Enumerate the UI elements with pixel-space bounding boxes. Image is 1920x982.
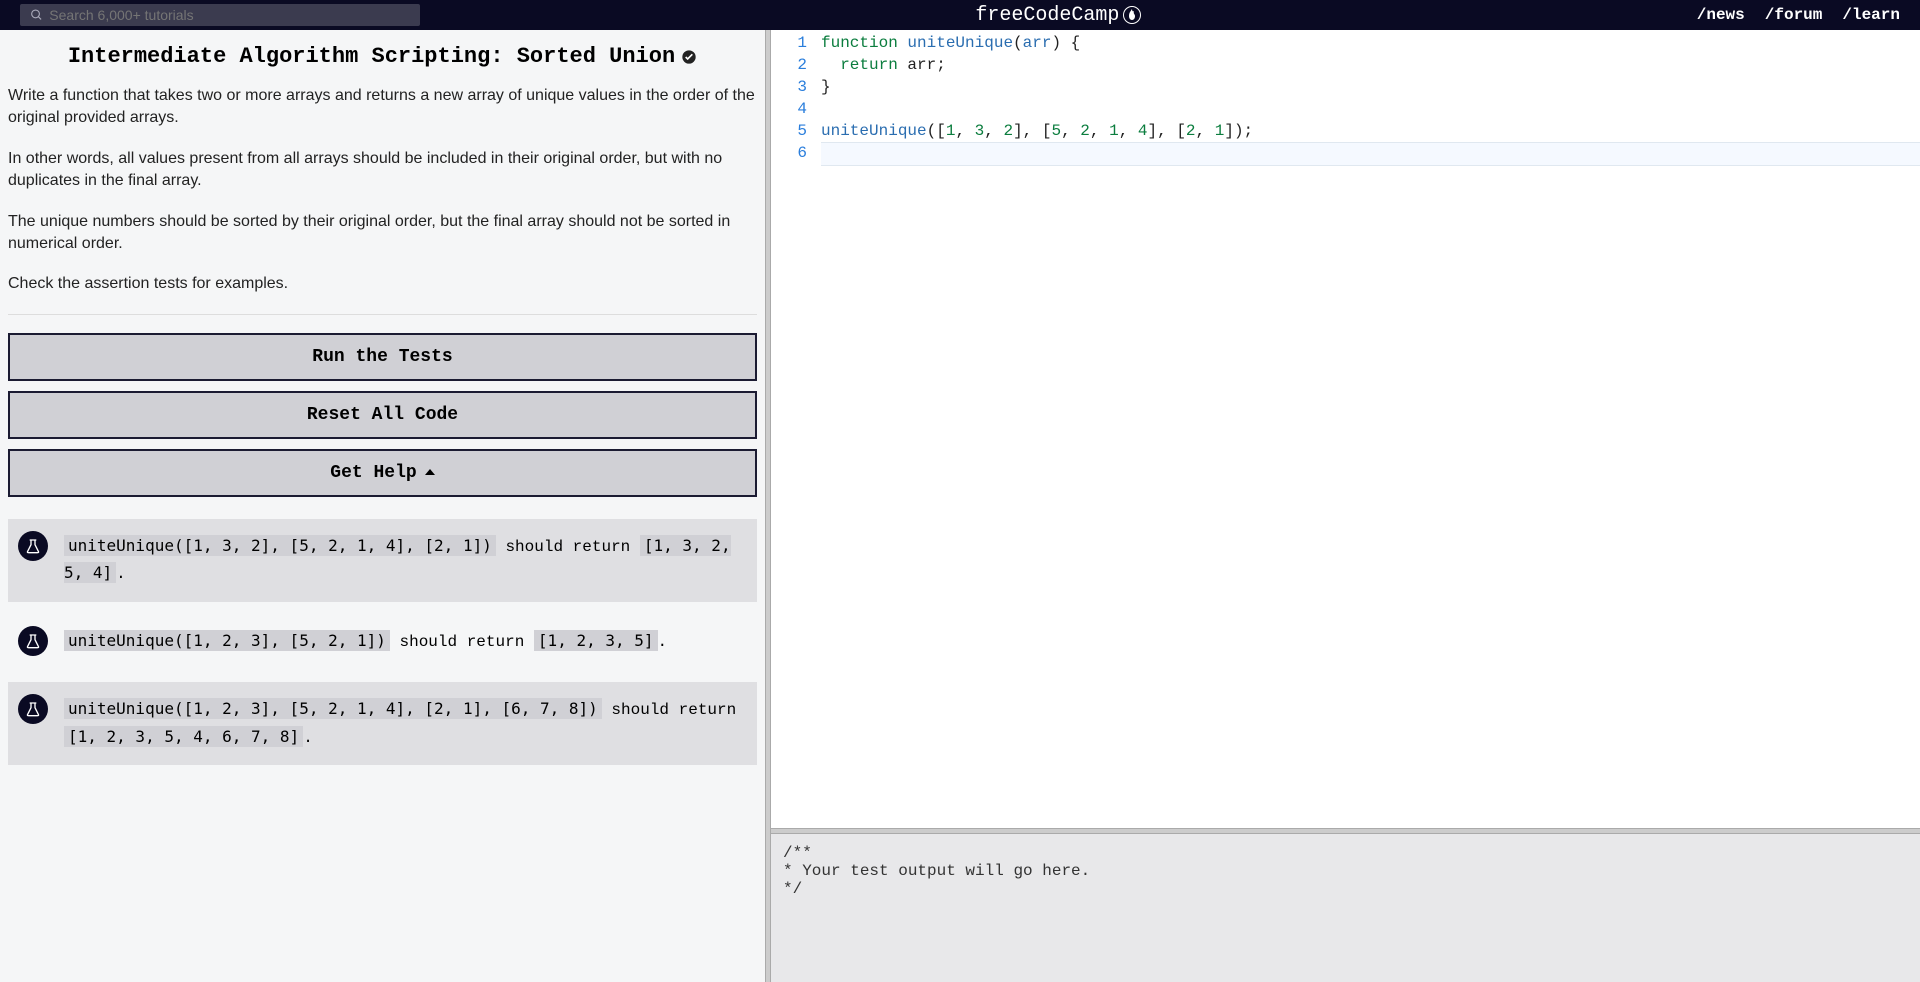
run-tests-button[interactable]: Run the Tests — [8, 333, 757, 381]
test-call: uniteUnique([1, 3, 2], [5, 2, 1, 4], [2,… — [64, 535, 496, 556]
flask-icon — [18, 694, 48, 724]
line-number: 2 — [771, 54, 807, 76]
nav-forum[interactable]: /forum — [1765, 6, 1823, 24]
flask-icon — [18, 626, 48, 656]
desc-p1: Write a function that takes two or more … — [8, 85, 757, 130]
code-content[interactable]: function uniteUnique(arr) { return arr; … — [821, 32, 1920, 828]
desc-p3: The unique numbers should be sorted by t… — [8, 211, 757, 256]
logo[interactable]: freeCodeCamp — [975, 4, 1141, 27]
line-number: 6 — [771, 142, 807, 164]
test-text: uniteUnique([1, 2, 3], [5, 2, 1, 4], [2,… — [64, 696, 747, 751]
search-input[interactable] — [49, 7, 410, 23]
test-text: uniteUnique([1, 3, 2], [5, 2, 1, 4], [2,… — [64, 533, 747, 588]
code-line: uniteUnique([1, 3, 2], [5, 2, 1, 4], [2,… — [821, 120, 1920, 142]
search-box[interactable] — [20, 4, 420, 26]
top-navbar: freeCodeCamp /news /forum /learn — [0, 0, 1920, 30]
line-number: 3 — [771, 76, 807, 98]
editor-panel: 1 2 3 4 5 6 function uniteUnique(arr) { … — [771, 30, 1920, 982]
code-line: function uniteUnique(arr) { — [821, 32, 1920, 54]
test-item: uniteUnique([1, 3, 2], [5, 2, 1, 4], [2,… — [8, 519, 757, 602]
desc-p4: Check the assertion tests for examples. — [8, 273, 757, 295]
test-output: /** * Your test output will go here. */ — [771, 834, 1920, 982]
test-return: [1, 2, 3, 5] — [534, 630, 658, 651]
tests-list: uniteUnique([1, 3, 2], [5, 2, 1, 4], [2,… — [8, 519, 757, 765]
code-line: return arr; — [821, 54, 1920, 76]
test-text: uniteUnique([1, 2, 3], [5, 2, 1]) should… — [64, 628, 667, 656]
instructions-panel: Intermediate Algorithm Scripting: Sorted… — [0, 30, 765, 982]
line-number: 4 — [771, 98, 807, 120]
title-row: Intermediate Algorithm Scripting: Sorted… — [8, 44, 757, 69]
line-number: 1 — [771, 32, 807, 54]
code-line: } — [821, 76, 1920, 98]
test-call: uniteUnique([1, 2, 3], [5, 2, 1, 4], [2,… — [64, 698, 602, 719]
reset-code-button[interactable]: Reset All Code — [8, 391, 757, 439]
code-line-current — [821, 142, 1920, 166]
desc-p2: In other words, all values present from … — [8, 148, 757, 193]
challenge-title: Intermediate Algorithm Scripting: Sorted… — [68, 44, 675, 69]
fire-icon — [1123, 6, 1141, 24]
nav-news[interactable]: /news — [1697, 6, 1745, 24]
test-item: uniteUnique([1, 2, 3], [5, 2, 1, 4], [2,… — [8, 682, 757, 765]
divider — [8, 314, 757, 315]
main-area: Intermediate Algorithm Scripting: Sorted… — [0, 30, 1920, 982]
caret-up-icon — [425, 469, 435, 475]
search-icon — [30, 8, 43, 22]
get-help-button[interactable]: Get Help — [8, 449, 757, 497]
test-item: uniteUnique([1, 2, 3], [5, 2, 1]) should… — [8, 614, 757, 670]
code-line — [821, 98, 1920, 120]
nav-learn[interactable]: /learn — [1842, 6, 1900, 24]
completed-check-icon — [681, 49, 697, 65]
line-gutter: 1 2 3 4 5 6 — [771, 32, 821, 828]
flask-icon — [18, 531, 48, 561]
get-help-label: Get Help — [330, 463, 416, 483]
code-editor[interactable]: 1 2 3 4 5 6 function uniteUnique(arr) { … — [771, 30, 1920, 828]
logo-text: freeCodeCamp — [975, 4, 1119, 27]
test-return: [1, 2, 3, 5, 4, 6, 7, 8] — [64, 726, 303, 747]
challenge-description: Write a function that takes two or more … — [8, 85, 757, 296]
test-call: uniteUnique([1, 2, 3], [5, 2, 1]) — [64, 630, 390, 651]
line-number: 5 — [771, 120, 807, 142]
nav-links: /news /forum /learn — [1697, 6, 1900, 24]
